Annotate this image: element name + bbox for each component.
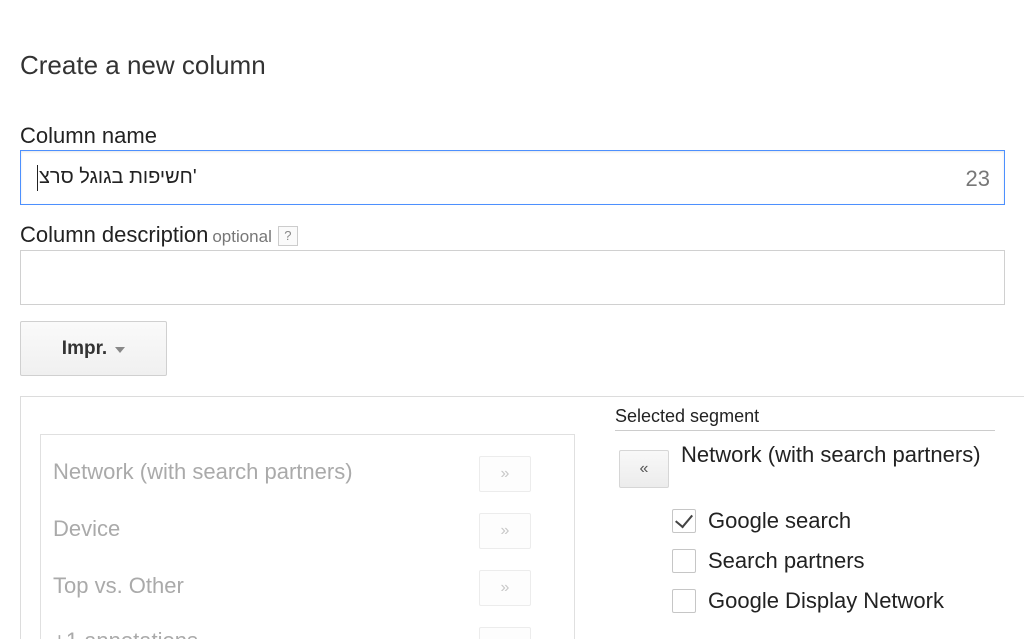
column-description-label: Column description optional?: [20, 222, 298, 248]
column-description-label-text: Column description: [20, 222, 209, 247]
column-description-input[interactable]: [20, 250, 1005, 305]
chevron-down-icon: [115, 346, 126, 353]
selected-segment-name: Network (with search partners): [681, 442, 981, 467]
optional-hint: optional: [212, 227, 272, 246]
option-label: Google Display Network: [708, 588, 944, 613]
add-segment-button[interactable]: »: [479, 627, 531, 639]
column-name-input[interactable]: חשיפות בגוגל סרצ' 23: [20, 150, 1005, 205]
list-item: Network (with search partners): [53, 459, 353, 484]
remove-segment-button[interactable]: «: [619, 450, 669, 488]
checkbox-google-display-network[interactable]: [672, 589, 696, 613]
option-label: Google search: [708, 508, 852, 533]
option-label: Search partners: [708, 548, 865, 573]
text-cursor: [37, 165, 38, 191]
help-icon[interactable]: ?: [277, 226, 298, 247]
character-count: 23: [965, 166, 990, 191]
checkbox-google-search[interactable]: [672, 509, 696, 533]
selected-segment-title: Selected segment: [615, 406, 760, 426]
option-google-display-network[interactable]: Google Display Network: [672, 588, 944, 614]
option-google-search[interactable]: Google search: [672, 508, 851, 534]
selected-segment-divider: [615, 430, 995, 431]
page-title: Create a new column: [20, 50, 266, 80]
metric-dropdown-button[interactable]: Impr.: [20, 321, 167, 376]
column-name-value: חשיפות בגוגל סרצ': [39, 166, 197, 188]
column-name-label: Column name: [20, 123, 157, 148]
add-segment-button[interactable]: »: [479, 456, 531, 492]
list-item: Device: [53, 516, 121, 541]
add-segment-button[interactable]: »: [479, 570, 531, 606]
checkmark-icon: [675, 509, 693, 529]
metric-dropdown-label: Impr.: [61, 337, 108, 359]
option-search-partners[interactable]: Search partners: [672, 548, 865, 574]
available-segments-list: Network (with search partners) » Device …: [40, 434, 575, 639]
list-item: +1 annotations: [53, 628, 198, 639]
list-item: Top vs. Other: [53, 573, 184, 598]
add-segment-button[interactable]: »: [479, 513, 531, 549]
checkbox-search-partners[interactable]: [672, 549, 696, 573]
